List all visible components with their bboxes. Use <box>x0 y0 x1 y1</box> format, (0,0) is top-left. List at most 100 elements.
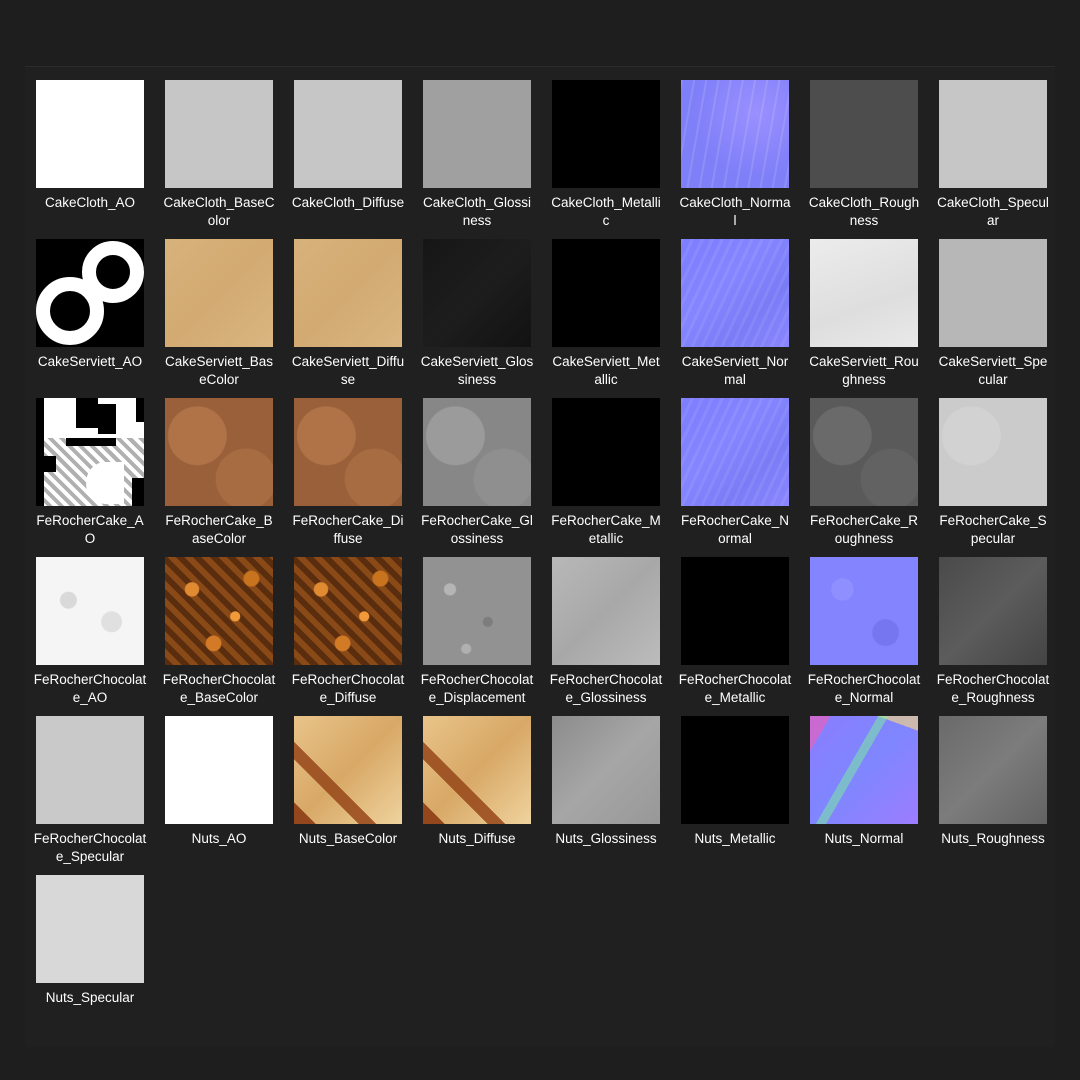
texture-thumbnail <box>294 716 402 824</box>
file-item[interactable]: CakeServiett_Roughness <box>808 238 937 397</box>
file-name: CakeCloth_Normal <box>679 195 791 228</box>
file-name: CakeCloth_AO <box>44 195 136 210</box>
file-item[interactable]: FeRocherChocolate_AO <box>34 556 163 715</box>
file-item[interactable]: Nuts_AO <box>163 715 292 874</box>
file-name: CakeServiett_AO <box>37 354 143 369</box>
file-item[interactable]: Nuts_Glossiness <box>550 715 679 874</box>
file-name: CakeCloth_Specular <box>937 195 1049 228</box>
file-item[interactable]: Nuts_Normal <box>808 715 937 874</box>
file-item[interactable]: FeRocherChocolate_Roughness <box>937 556 1066 715</box>
texture-thumbnail <box>552 398 660 506</box>
file-item[interactable]: CakeServiett_Glossiness <box>421 238 550 397</box>
texture-thumbnail <box>36 875 144 983</box>
file-name: CakeServiett_Normal <box>681 354 789 387</box>
file-item[interactable]: FeRocherCake_Diffuse <box>292 397 421 556</box>
file-name: FeRocherChocolate_Displacement <box>420 672 534 705</box>
texture-thumbnail <box>294 80 402 188</box>
file-item[interactable]: Nuts_Metallic <box>679 715 808 874</box>
file-name: Nuts_Diffuse <box>438 831 516 846</box>
file-name: FeRocherCake_Diffuse <box>292 513 404 546</box>
file-name: CakeCloth_Glossiness <box>422 195 532 228</box>
file-name: FeRocherChocolate_Normal <box>807 672 921 705</box>
file-name: Nuts_Specular <box>45 990 135 1005</box>
texture-thumbnail <box>423 557 531 665</box>
file-item[interactable]: CakeCloth_Roughness <box>808 79 937 238</box>
texture-thumbnail <box>423 80 531 188</box>
file-name: CakeCloth_Roughness <box>808 195 920 228</box>
texture-thumbnail <box>36 398 144 506</box>
file-item[interactable]: CakeCloth_Specular <box>937 79 1066 238</box>
file-item[interactable]: CakeServiett_AO <box>34 238 163 397</box>
file-item[interactable]: FeRocherChocolate_BaseColor <box>163 556 292 715</box>
texture-thumbnail <box>552 80 660 188</box>
file-name: FeRocherChocolate_Specular <box>33 831 147 864</box>
texture-thumbnail <box>423 239 531 347</box>
file-item[interactable]: CakeCloth_Diffuse <box>292 79 421 238</box>
file-item[interactable]: CakeCloth_BaseColor <box>163 79 292 238</box>
texture-thumbnail <box>423 716 531 824</box>
file-item[interactable]: FeRocherCake_Normal <box>679 397 808 556</box>
file-name: FeRocherCake_BaseColor <box>165 513 273 546</box>
file-item[interactable]: FeRocherCake_AO <box>34 397 163 556</box>
file-item[interactable]: FeRocherCake_Roughness <box>808 397 937 556</box>
file-name: FeRocherChocolate_Diffuse <box>291 672 405 705</box>
texture-thumbnail <box>681 398 789 506</box>
file-name: FeRocherCake_Roughness <box>809 513 919 546</box>
texture-thumbnail <box>36 557 144 665</box>
file-item[interactable]: Nuts_BaseColor <box>292 715 421 874</box>
texture-thumbnail <box>681 80 789 188</box>
file-item[interactable]: FeRocherCake_Specular <box>937 397 1066 556</box>
texture-thumbnail <box>36 239 144 347</box>
file-name: FeRocherChocolate_AO <box>33 672 147 705</box>
file-item[interactable]: FeRocherChocolate_Diffuse <box>292 556 421 715</box>
texture-thumbnail <box>552 557 660 665</box>
file-item[interactable]: CakeServiett_Diffuse <box>292 238 421 397</box>
texture-thumbnail <box>939 716 1047 824</box>
file-name: FeRocherChocolate_Metallic <box>678 672 792 705</box>
file-name: FeRocherCake_Specular <box>939 513 1047 546</box>
file-name: Nuts_Glossiness <box>555 831 657 846</box>
file-name: FeRocherChocolate_BaseColor <box>162 672 276 705</box>
file-item[interactable]: FeRocherCake_Glossiness <box>421 397 550 556</box>
file-item[interactable]: FeRocherChocolate_Normal <box>808 556 937 715</box>
file-item[interactable]: CakeServiett_Specular <box>937 238 1066 397</box>
texture-thumbnail <box>294 398 402 506</box>
texture-thumbnail <box>552 716 660 824</box>
file-name: FeRocherCake_Metallic <box>551 513 661 546</box>
file-item[interactable]: CakeServiett_Metallic <box>550 238 679 397</box>
file-name: FeRocherCake_Glossiness <box>421 513 533 546</box>
texture-thumbnail <box>810 398 918 506</box>
file-item[interactable]: FeRocherChocolate_Glossiness <box>550 556 679 715</box>
file-item[interactable]: CakeCloth_AO <box>34 79 163 238</box>
texture-thumbnail <box>681 716 789 824</box>
file-item[interactable]: CakeCloth_Metallic <box>550 79 679 238</box>
file-name: CakeServiett_Specular <box>938 354 1048 387</box>
texture-thumbnail <box>810 716 918 824</box>
file-item[interactable]: FeRocherChocolate_Metallic <box>679 556 808 715</box>
file-item[interactable]: CakeCloth_Normal <box>679 79 808 238</box>
texture-thumbnail <box>681 557 789 665</box>
file-item[interactable]: FeRocherChocolate_Displacement <box>421 556 550 715</box>
texture-thumbnail <box>165 80 273 188</box>
texture-thumbnail <box>165 239 273 347</box>
file-item[interactable]: FeRocherCake_BaseColor <box>163 397 292 556</box>
file-name: CakeServiett_Metallic <box>552 354 660 387</box>
file-item[interactable]: FeRocherChocolate_Specular <box>34 715 163 874</box>
file-name: CakeServiett_Diffuse <box>291 354 405 387</box>
file-name: CakeServiett_Glossiness <box>420 354 534 387</box>
texture-thumbnail <box>939 239 1047 347</box>
file-item[interactable]: CakeCloth_Glossiness <box>421 79 550 238</box>
file-item[interactable]: CakeServiett_BaseColor <box>163 238 292 397</box>
file-item[interactable]: Nuts_Diffuse <box>421 715 550 874</box>
texture-thumbnail <box>36 80 144 188</box>
file-item[interactable]: FeRocherCake_Metallic <box>550 397 679 556</box>
file-name: CakeServiett_BaseColor <box>164 354 274 387</box>
texture-thumbnail <box>810 80 918 188</box>
file-item[interactable]: Nuts_Roughness <box>937 715 1066 874</box>
texture-thumbnail <box>939 398 1047 506</box>
file-item[interactable]: CakeServiett_Normal <box>679 238 808 397</box>
texture-thumbnail <box>294 557 402 665</box>
file-item[interactable]: Nuts_Specular <box>34 874 163 1033</box>
file-name: Nuts_BaseColor <box>298 831 398 846</box>
file-name: FeRocherChocolate_Glossiness <box>549 672 663 705</box>
